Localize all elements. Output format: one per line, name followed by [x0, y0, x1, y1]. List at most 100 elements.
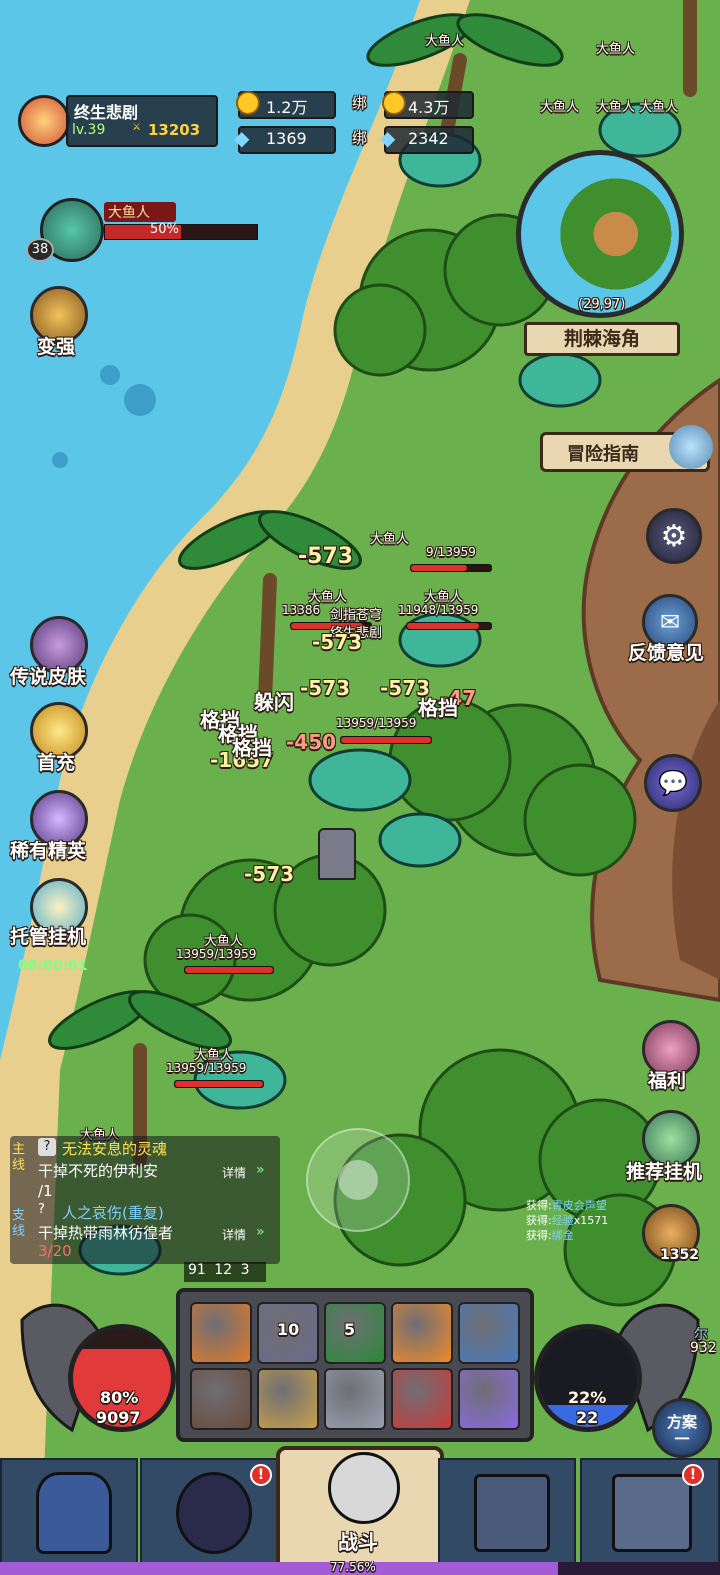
skill-slot-golden-shield-icon[interactable]: [257, 1368, 319, 1430]
diamond-counter[interactable]: ◆ 1369: [234, 126, 336, 154]
bound-diamond-counter[interactable]: ◆ 2342: [380, 126, 474, 154]
enemy-hp-text: 13959/13959: [336, 716, 417, 730]
target-hp-bar: [104, 224, 258, 240]
offscreen-hp-fragment: 932: [690, 1340, 717, 1356]
hooded-hero-icon: [176, 1472, 252, 1554]
skill-slot-blade-slash-icon[interactable]: [324, 1368, 386, 1430]
buff-counts: 91 12 3: [184, 1262, 266, 1282]
legend-skin-label[interactable]: 传说皮肤: [10, 662, 86, 689]
tab-rock[interactable]: [0, 1458, 138, 1564]
quest-detail-link[interactable]: 详情: [222, 1226, 246, 1243]
quest-desc: 干掉不死的伊利安: [38, 1162, 159, 1180]
chat-bubble-icon[interactable]: 💬: [644, 754, 702, 812]
welfare-label[interactable]: 福利: [648, 1066, 686, 1093]
tab-battle[interactable]: 战斗: [276, 1446, 444, 1568]
block-text: 格挡: [418, 696, 458, 720]
power-icon: ⚔: [132, 122, 141, 133]
tab-base[interactable]: [438, 1458, 576, 1564]
block-text: 格挡: [232, 736, 272, 760]
minimap[interactable]: [516, 150, 684, 318]
skill-slot-light-sword-icon[interactable]: [458, 1368, 520, 1430]
virtual-joystick[interactable]: [306, 1128, 410, 1232]
gold-amount: 1.2万: [266, 98, 308, 117]
bound-diamond-amount: 2342: [408, 129, 449, 148]
player-avatar[interactable]: [18, 95, 70, 147]
quest-title: 无法安息的灵魂: [62, 1140, 168, 1158]
enemy-name: 大鱼人: [596, 42, 636, 57]
strengthen-label[interactable]: 变强: [37, 332, 75, 359]
skill-slot-barrel-shield-icon[interactable]: [458, 1302, 520, 1364]
plan-label: 方案: [666, 1412, 697, 1431]
mp-percent: 22%: [568, 1388, 607, 1407]
enemy-hp-bar: [406, 622, 492, 630]
hp-value: 9097: [96, 1408, 141, 1427]
quest-detail-link[interactable]: 详情: [222, 1164, 246, 1181]
quest-tag-side: 支线: [12, 1208, 26, 1239]
gate-icon: [474, 1474, 550, 1552]
gold-coin-icon: [236, 91, 260, 115]
adventure-guide-button[interactable]: 冒险指南: [540, 425, 713, 472]
exp-percent: 77.56%: [330, 1560, 376, 1574]
player-info-panel: 终生悲剧 lv.39 ⚔ 13203: [66, 95, 218, 147]
minimap-coords: (29,97): [578, 297, 626, 312]
damage-number: -573: [312, 630, 363, 654]
double-chevron-icon[interactable]: »: [256, 1162, 265, 1178]
enemy-name: 大鱼人: [425, 34, 465, 49]
game-scene[interactable]: 终生悲剧 lv.39 ⚔ 13203 1.2万 绑 4.3万 ◆ 1369 绑 …: [0, 0, 720, 1575]
first-recharge-label[interactable]: 首充: [37, 748, 75, 775]
target-name: 大鱼人: [104, 202, 176, 222]
joystick-knob[interactable]: [338, 1160, 378, 1200]
damage-number: -573: [300, 676, 351, 700]
auto-idle-label[interactable]: 托管挂机: [10, 922, 86, 949]
loot-entry: 获得:青皮会声望: [526, 1199, 607, 1212]
skill-cooldown-count: 10: [277, 1320, 300, 1339]
player-name: 终生悲剧: [74, 103, 139, 122]
damage-number: -450: [286, 730, 337, 754]
tab-hero[interactable]: !: [140, 1458, 278, 1564]
loot-entry: 获得:经验x1571: [526, 1214, 609, 1227]
quest-title: 人之哀伤(重复): [62, 1204, 164, 1222]
gold-counter[interactable]: 1.2万: [236, 91, 336, 119]
enemy-hp-text: 9/13959: [426, 545, 476, 559]
skull-swords-icon: [328, 1452, 400, 1524]
skill-slot-shadow-orb-icon[interactable]: [190, 1302, 252, 1364]
double-chevron-icon[interactable]: »: [256, 1224, 265, 1240]
tab-fortress[interactable]: !: [580, 1458, 720, 1564]
diamond-amount: 1369: [266, 129, 307, 148]
quest-tracker[interactable]: 主线 ? 无法安息的灵魂 干掉不死的伊利安 /1 详情 » 支线 ? 人之哀伤(…: [10, 1136, 280, 1264]
loot-entry: 获得:绑金: [526, 1229, 574, 1242]
feedback-label[interactable]: 反馈意见: [628, 638, 704, 665]
buff-count: 3: [240, 1262, 250, 1278]
skill-slot-armor-strike-icon[interactable]: 10: [257, 1302, 319, 1364]
enemy-hp-bar: [410, 564, 492, 572]
diamond-icon: ◆: [234, 126, 250, 150]
bound-gold-counter[interactable]: 4.3万: [382, 91, 474, 119]
location-name: 荆棘海角: [524, 322, 680, 356]
recommend-idle-label[interactable]: 推荐挂机: [626, 1157, 702, 1184]
bread-count: 1352: [660, 1247, 699, 1263]
bound-diamond-icon: ◆: [380, 126, 396, 150]
quest-tag-main: 主线: [12, 1142, 26, 1173]
hp-percent: 80%: [100, 1388, 139, 1407]
skill-slot-dark-helmet-icon[interactable]: [190, 1368, 252, 1430]
quest-progress: 3/20: [38, 1242, 72, 1260]
quest-desc: 干掉热带雨林彷徨者: [38, 1224, 174, 1242]
plan-switch-button[interactable]: 方案 一: [652, 1398, 712, 1458]
fortress-icon: [612, 1474, 692, 1552]
skill-slot-red-claw-icon[interactable]: [391, 1368, 453, 1430]
buff-count: 12: [214, 1262, 233, 1278]
player-level: lv.39: [72, 122, 106, 138]
enemy-name: 大鱼人: [370, 532, 410, 547]
rare-elite-label[interactable]: 稀有精英: [10, 836, 86, 863]
enemy-hp-bar: [340, 736, 432, 744]
notification-badge: !: [250, 1464, 272, 1486]
guild-title: 剑指苍穹: [330, 608, 383, 623]
skill-slot-poison-spirit-icon[interactable]: 5: [324, 1302, 386, 1364]
quest-progress: /1: [38, 1182, 53, 1200]
settings-gear-icon[interactable]: ⚙: [646, 508, 702, 564]
bound-gold-icon: [382, 91, 406, 115]
bound-label-gold: 绑: [352, 94, 368, 112]
enemy-hp-text: 13959/13959: [166, 1061, 247, 1075]
damage-number: -573: [298, 544, 354, 569]
skill-slot-flame-burst-icon[interactable]: [391, 1302, 453, 1364]
